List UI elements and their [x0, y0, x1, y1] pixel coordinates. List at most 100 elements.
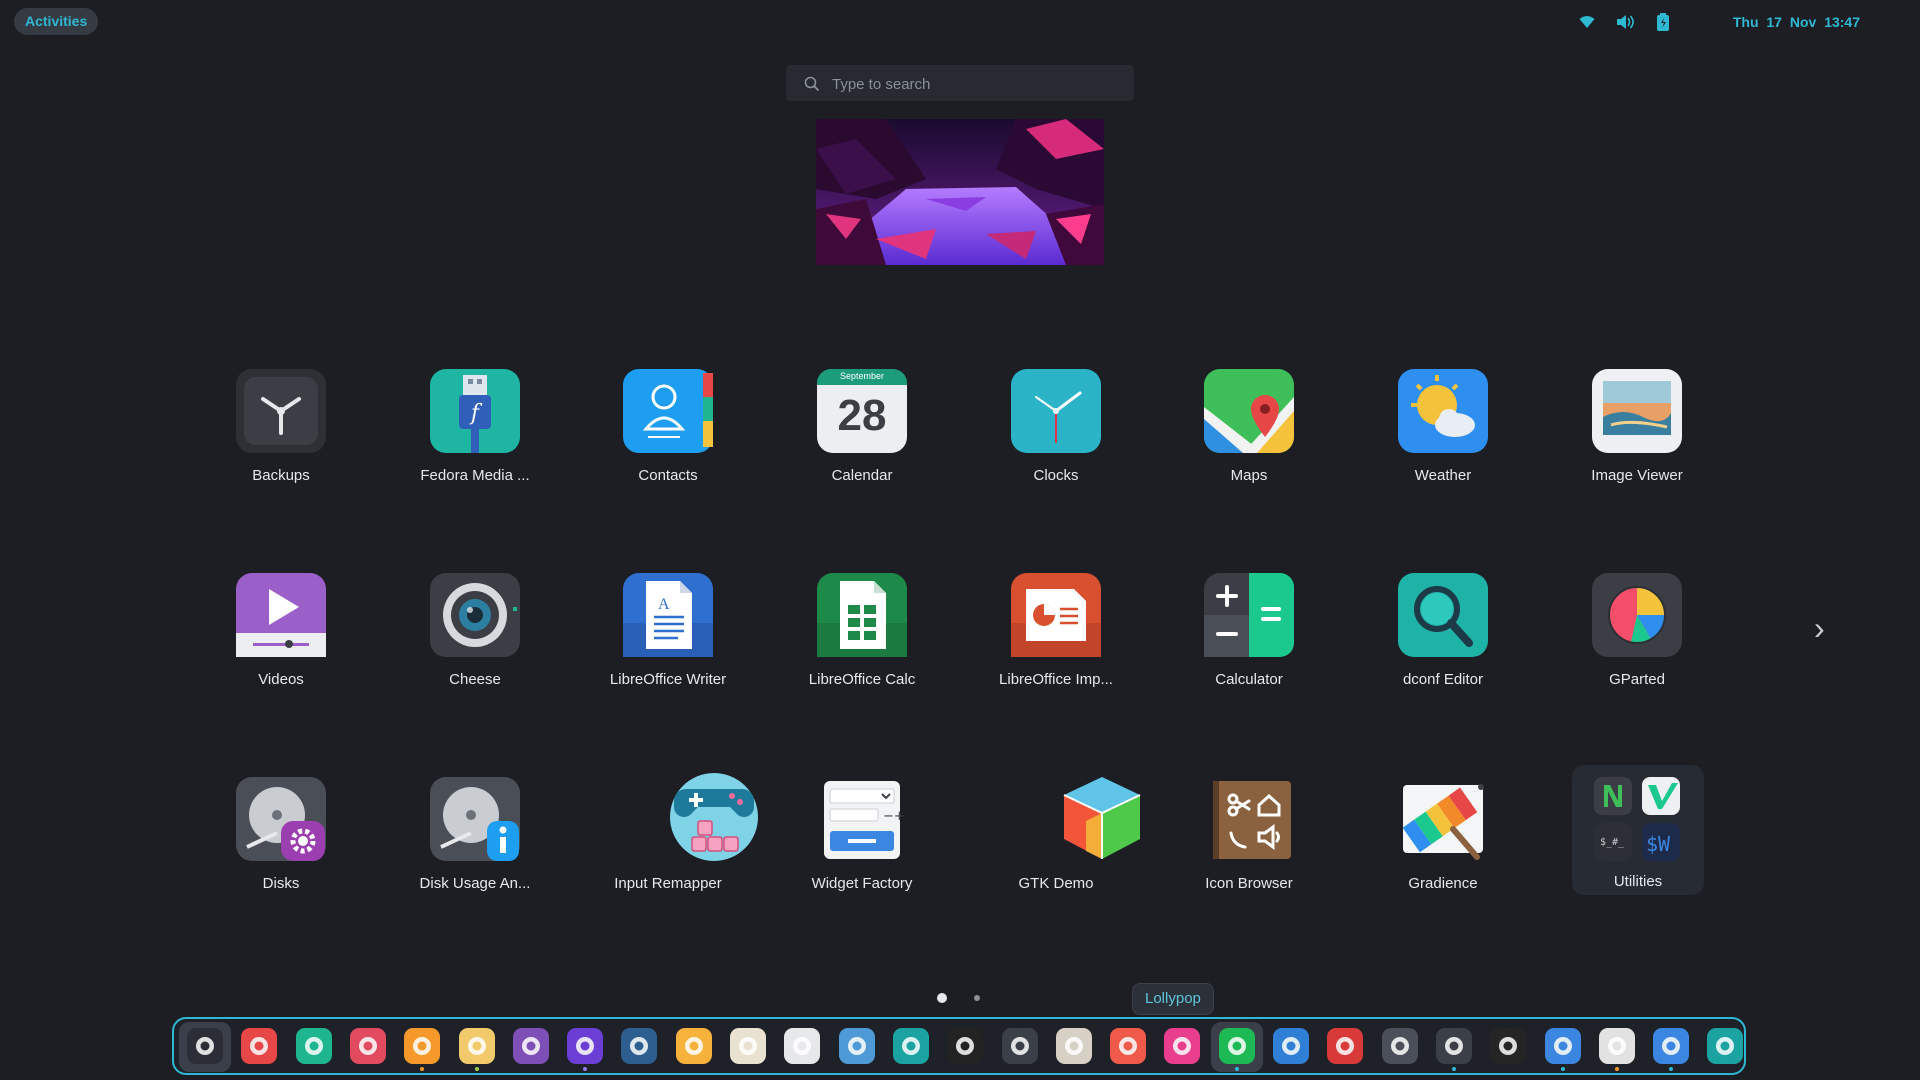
dock-item-app-store[interactable]	[240, 1027, 278, 1065]
app-dconf-editor[interactable]: dconf Editor	[1358, 569, 1528, 709]
dock-item-reader[interactable]	[838, 1027, 876, 1065]
app-label: Utilities	[1613, 873, 1663, 890]
app-libreoffice-impress[interactable]: LibreOffice Imp...	[971, 569, 1141, 709]
activities-button[interactable]: Activities	[14, 8, 99, 35]
search-box[interactable]	[786, 65, 1134, 103]
pinta-icon	[1109, 1027, 1147, 1065]
inkscape-icon	[1001, 1027, 1039, 1065]
camera-icon	[429, 571, 521, 659]
search-input[interactable]	[830, 65, 1124, 103]
app-label: Calendar	[831, 467, 893, 484]
dock-item-gimp[interactable]	[1055, 1027, 1093, 1065]
system-tray[interactable]: Thu 17 Nov 13:47	[1577, 8, 1860, 35]
dock-item-color-picker[interactable]	[675, 1027, 713, 1065]
clock-label[interactable]: Thu 17 Nov 13:47	[1733, 14, 1860, 30]
dock-item-ardour[interactable]	[1489, 1027, 1527, 1065]
app-cheese[interactable]: Cheese	[390, 569, 560, 709]
github-icon	[512, 1027, 550, 1065]
page-indicator-1[interactable]	[937, 993, 947, 1003]
dock-item-spotify[interactable]	[1218, 1027, 1256, 1071]
app-widget-factory[interactable]: −+ Widget Factory	[777, 773, 947, 913]
app-libreoffice-calc[interactable]: LibreOffice Calc	[777, 569, 947, 709]
dock-item-layout-tool[interactable]	[1598, 1027, 1636, 1071]
dock-item-brave[interactable]	[403, 1027, 441, 1071]
clock-icon	[1010, 367, 1102, 455]
dock-item-sound-recorder[interactable]	[1326, 1027, 1364, 1065]
figma-icon	[946, 1027, 984, 1065]
calendar-day: 28	[837, 391, 887, 440]
app-label: Input Remapper	[614, 875, 722, 892]
disks-icon	[235, 775, 327, 863]
running-indicator	[583, 1067, 587, 1071]
app-input-remapper[interactable]: Input Remapper	[583, 773, 758, 913]
app-icon-browser[interactable]: Icon Browser	[1164, 773, 1334, 913]
app-label: dconf Editor	[1402, 671, 1484, 688]
app-calculator[interactable]: Calculator	[1164, 569, 1334, 709]
vscode-icon	[620, 1027, 658, 1065]
app-disks[interactable]: Disks	[196, 773, 366, 913]
dock-item-extensions[interactable]	[1544, 1027, 1582, 1071]
app-label: Widget Factory	[811, 875, 913, 892]
gparted-icon	[1591, 571, 1683, 659]
dock-item-github[interactable]	[512, 1027, 550, 1065]
app-maps[interactable]: Maps	[1164, 365, 1334, 505]
app-gparted[interactable]: GParted	[1552, 569, 1722, 709]
folder-utilities[interactable]: $_#_ $W Utilities	[1572, 765, 1704, 895]
running-indicator	[1615, 1067, 1619, 1071]
dock-item-vscode[interactable]	[620, 1027, 658, 1065]
app-label: Weather	[1414, 467, 1472, 484]
running-indicator	[1452, 1067, 1456, 1071]
maps-icon	[1203, 367, 1295, 455]
running-indicator	[420, 1067, 424, 1071]
next-page-arrow[interactable]: ›	[1814, 610, 1825, 647]
dock-item-settings[interactable]	[1652, 1027, 1690, 1071]
app-backups[interactable]: Backups	[196, 365, 366, 505]
running-indicator	[1235, 1067, 1239, 1071]
dock-item-inkscape[interactable]	[1001, 1027, 1039, 1065]
volume-icon[interactable]	[1615, 12, 1635, 32]
running-indicator	[475, 1067, 479, 1071]
app-label: Fedora Media ...	[420, 467, 530, 484]
dock-item-pinta[interactable]	[1109, 1027, 1147, 1065]
dock-item-text-editor[interactable]	[729, 1027, 767, 1065]
gimp-icon	[1055, 1027, 1093, 1065]
calc-icon	[816, 571, 908, 659]
dock-item-screenshot[interactable]	[892, 1027, 930, 1065]
page-indicator-2[interactable]	[974, 995, 980, 1001]
workspace-thumbnail[interactable]	[816, 119, 1104, 265]
dock-item-terminal[interactable]	[1435, 1027, 1473, 1071]
dock-item-files[interactable]	[458, 1027, 496, 1071]
app-image-viewer[interactable]: Image Viewer	[1552, 365, 1722, 505]
app-videos[interactable]: Videos	[196, 569, 366, 709]
running-indicator	[1669, 1067, 1673, 1071]
dock-item-tasks[interactable]	[349, 1027, 387, 1065]
app-disk-usage-analyzer[interactable]: Disk Usage An...	[390, 773, 560, 913]
app-label: Icon Browser	[1205, 875, 1293, 892]
dock-item-obsidian[interactable]	[566, 1027, 604, 1071]
battery-icon[interactable]	[1653, 12, 1673, 32]
pencil-icon	[729, 1027, 767, 1065]
app-gtk-demo[interactable]: GTK Demo	[971, 773, 1141, 913]
wifi-icon[interactable]	[1577, 12, 1597, 32]
dock-item-lollypop[interactable]	[186, 1027, 224, 1065]
waveform-icon	[1326, 1027, 1364, 1065]
dock-item-figma[interactable]	[946, 1027, 984, 1065]
app-contacts[interactable]: Contacts	[583, 365, 753, 505]
app-label: Disk Usage An...	[419, 875, 531, 892]
dock-item-trash[interactable]	[1706, 1027, 1744, 1065]
dock-item-equalizer[interactable]	[1272, 1027, 1310, 1065]
app-libreoffice-writer[interactable]: A LibreOffice Writer	[583, 569, 753, 709]
dock-item-collage[interactable]	[1163, 1027, 1201, 1065]
dock-item-search-tool[interactable]	[783, 1027, 821, 1065]
app-weather[interactable]: Weather	[1358, 365, 1528, 505]
writer-icon: A	[622, 571, 714, 659]
dock-item-window-tool[interactable]	[1381, 1027, 1419, 1065]
app-calendar[interactable]: September 28 Calendar	[777, 365, 947, 505]
puzzle-icon	[1544, 1027, 1582, 1065]
app-clocks[interactable]: Clocks	[971, 365, 1141, 505]
app-gradience[interactable]: Gradience	[1358, 773, 1528, 913]
wallpaper-image	[816, 119, 1104, 265]
sliders-icon	[1272, 1027, 1310, 1065]
dock-item-mail[interactable]	[295, 1027, 333, 1065]
app-fedora-media-writer[interactable]: f Fedora Media ...	[390, 365, 560, 505]
